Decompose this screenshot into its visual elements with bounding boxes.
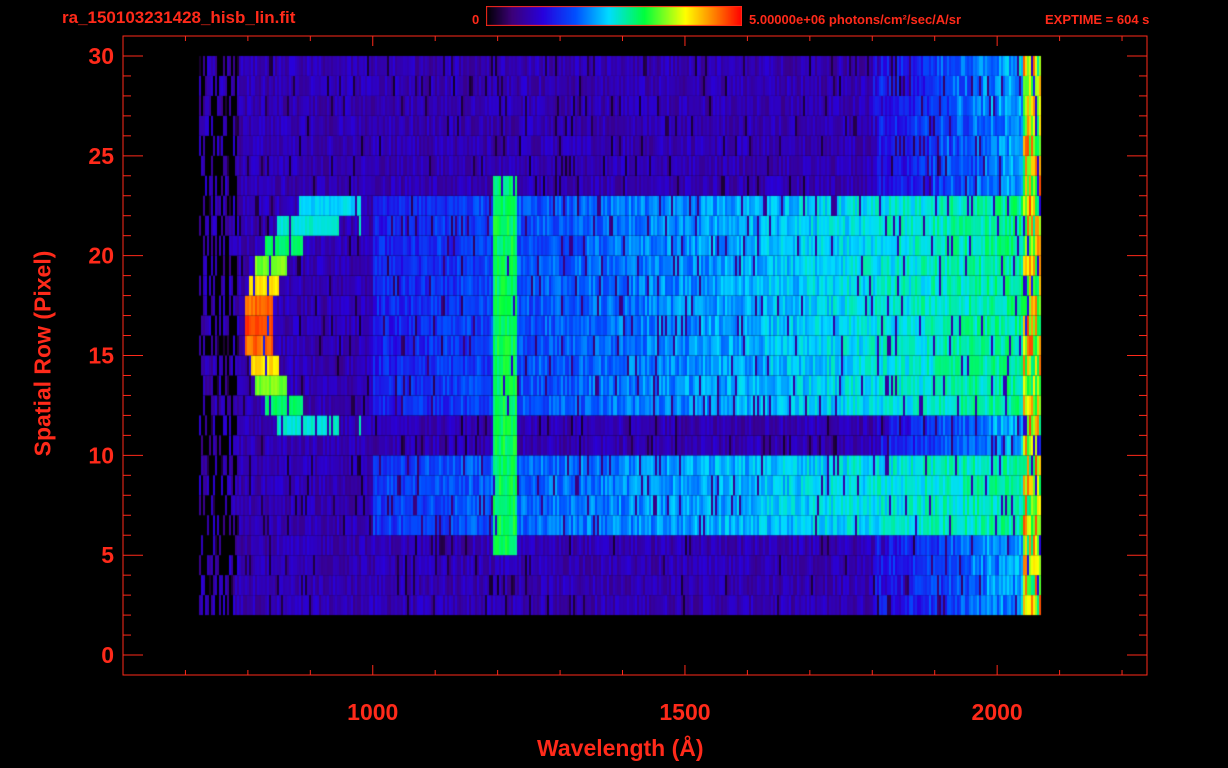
y-tick-label: 5 bbox=[101, 542, 114, 568]
x-tick-label: 1000 bbox=[347, 699, 398, 725]
y-tick-label: 20 bbox=[88, 243, 114, 269]
y-axis-label: Spatial Row (Pixel) bbox=[29, 250, 56, 457]
y-tick-label: 0 bbox=[101, 642, 114, 668]
y-tick-label: 25 bbox=[88, 143, 114, 169]
heatmap-image bbox=[123, 36, 1147, 675]
x-tick-label: 1500 bbox=[659, 699, 710, 725]
x-axis-label: Wavelength (Å) bbox=[537, 735, 704, 761]
y-tick-label: 30 bbox=[88, 43, 114, 69]
y-tick-label: 15 bbox=[88, 343, 114, 369]
x-tick-label: 2000 bbox=[972, 699, 1023, 725]
spectrum-plot: 1000 1500 2000 0 5 10 15 20 25 30 bbox=[88, 35, 1148, 725]
y-tick-label: 10 bbox=[88, 442, 114, 468]
